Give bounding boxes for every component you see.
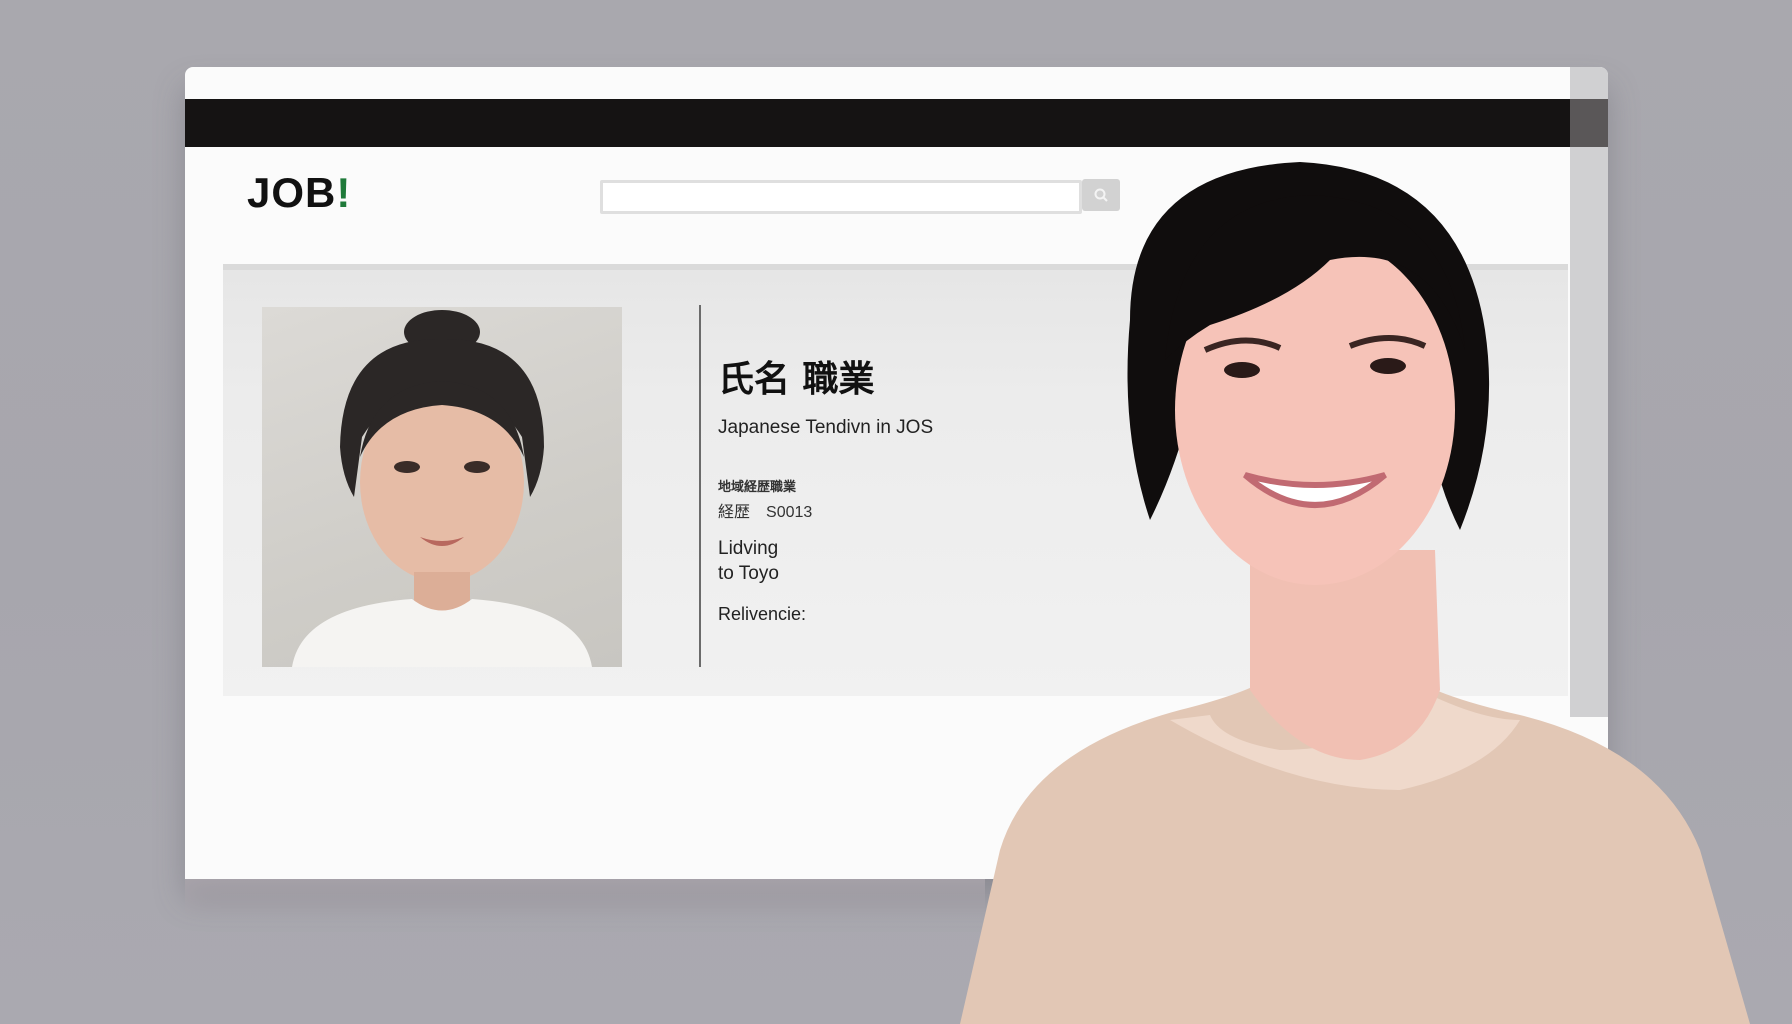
profile-photo [262, 307, 622, 667]
profile-job-title: Japanese Tendivn in JOS [718, 417, 934, 438]
window-shadow [185, 879, 985, 921]
profile-location-line2: to Toyo [718, 563, 779, 584]
profile-location-line1: Lidving [718, 538, 779, 559]
profile-relevance: Relivencie: [718, 604, 807, 624]
foreground-person-illustration [960, 162, 1750, 1024]
logo-accent: ! [336, 169, 352, 216]
profile-meta-row: 経歴 S0013 [718, 498, 812, 522]
profile-divider [699, 305, 701, 667]
profile-name: 氏名 職業 [718, 359, 875, 400]
title-bar-end-cap [1570, 99, 1608, 147]
profile-meta-key: 経歴 [718, 504, 751, 521]
title-bar [185, 99, 1608, 147]
profile-location: Lidving to Toyo [718, 536, 779, 586]
profile-meta-label: 地域経歴職業 [718, 479, 797, 494]
profile-meta-value: S0013 [766, 504, 813, 521]
site-logo[interactable]: JOB! [247, 169, 351, 217]
logo-text: JOB [247, 169, 337, 216]
profile-photo-illustration [292, 310, 592, 667]
